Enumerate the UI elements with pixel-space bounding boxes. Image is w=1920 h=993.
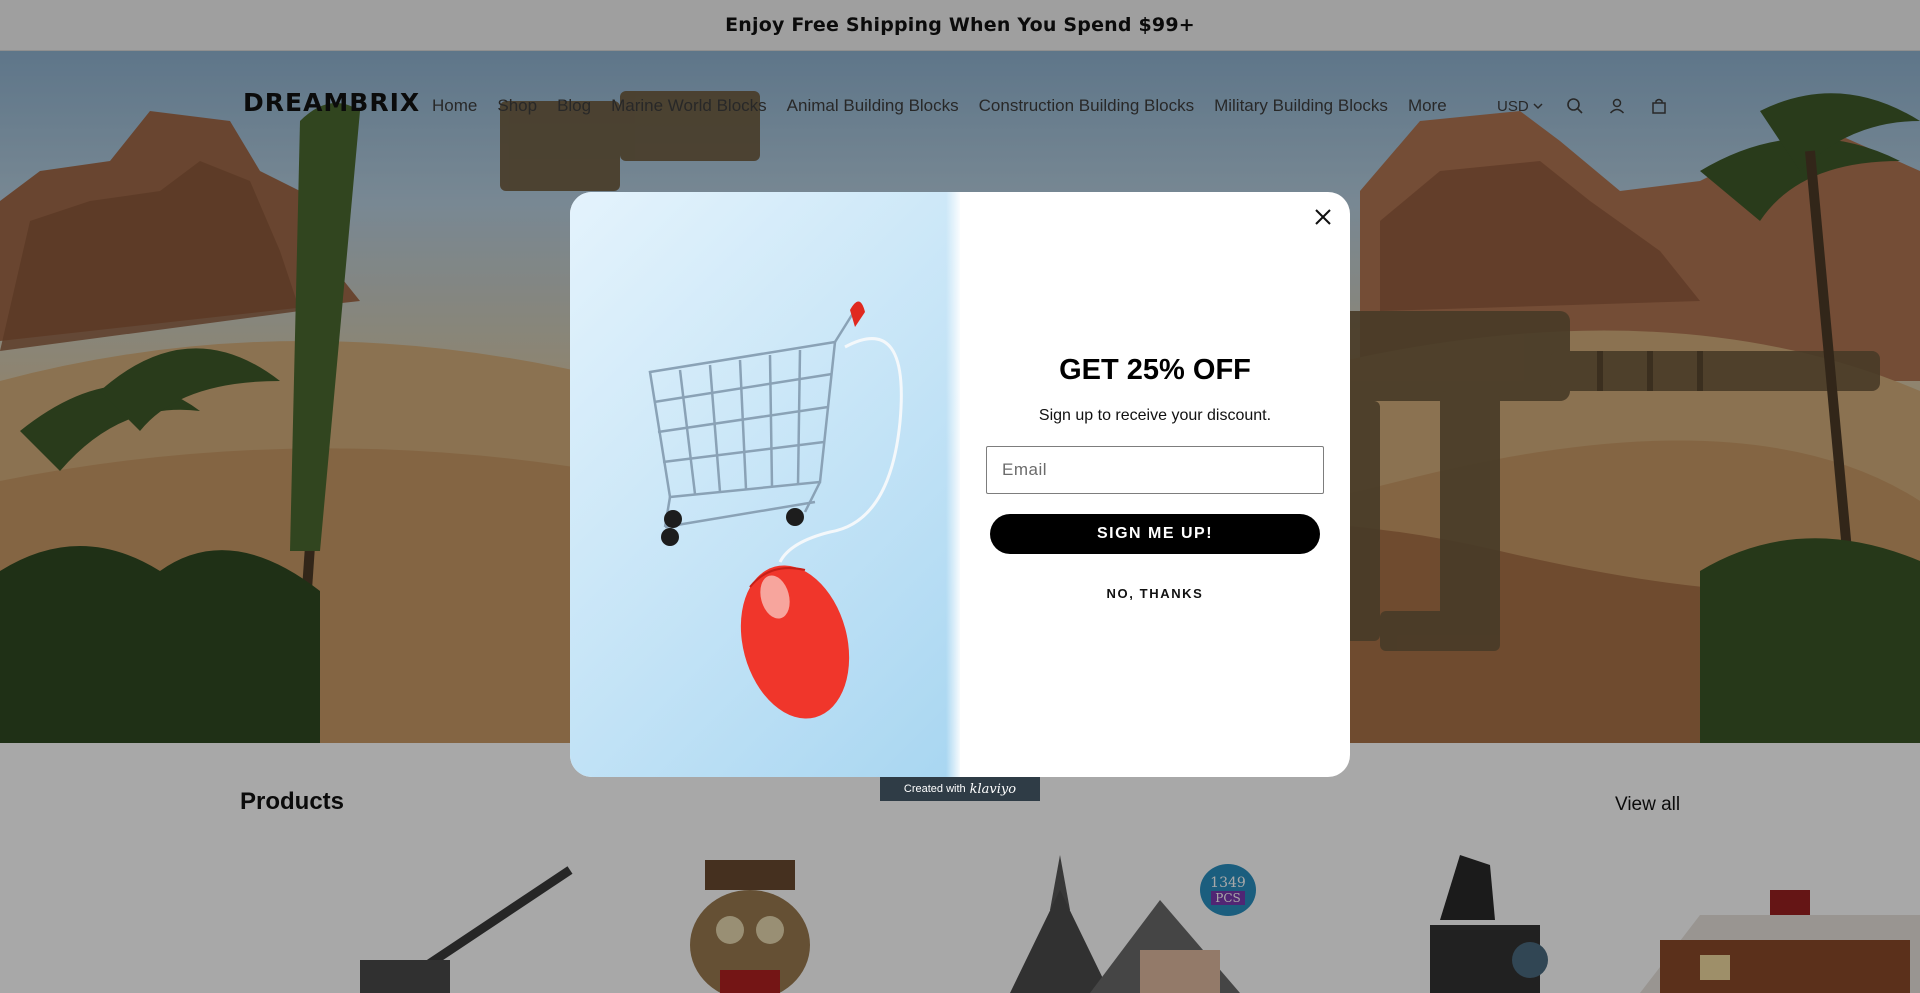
shopping-cart-icon xyxy=(648,301,903,719)
klaviyo-badge[interactable]: Created with klaviyo xyxy=(880,777,1040,801)
klaviyo-prefix: Created with xyxy=(903,783,966,795)
popup-title: GET 25% OFF xyxy=(1059,354,1251,386)
close-button[interactable] xyxy=(1310,204,1336,230)
decline-button[interactable]: NO, THANKS xyxy=(960,586,1350,601)
sign-up-button[interactable]: SIGN ME UP! xyxy=(990,514,1320,554)
close-icon xyxy=(1315,209,1331,225)
klaviyo-logo: klaviyo xyxy=(969,781,1017,797)
popup-subtitle: Sign up to receive your discount. xyxy=(1038,407,1272,424)
popup-body: GET 25% OFF Sign up to receive your disc… xyxy=(960,192,1350,777)
email-field[interactable] xyxy=(986,446,1324,494)
popup-image xyxy=(570,192,960,777)
discount-popup: GET 25% OFF Sign up to receive your disc… xyxy=(570,192,1350,777)
